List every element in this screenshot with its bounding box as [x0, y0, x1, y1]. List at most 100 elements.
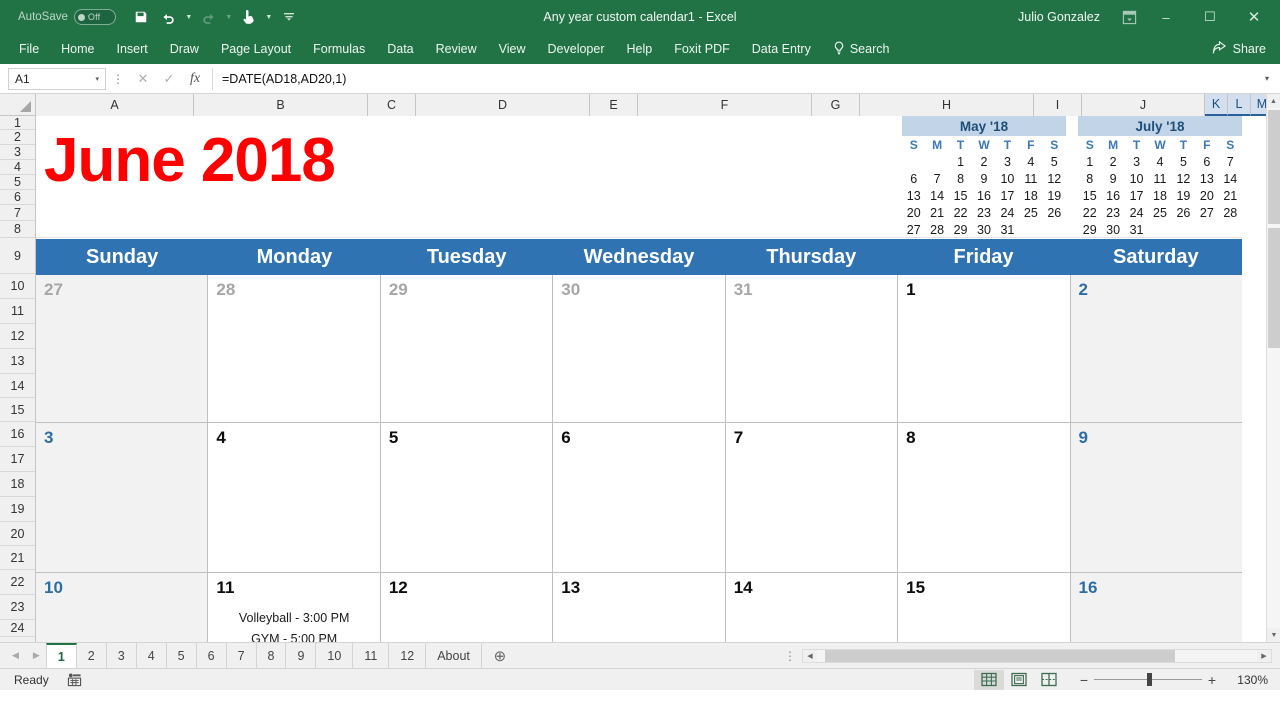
sheet-tab-7[interactable]: 7: [227, 643, 257, 668]
cancel-icon[interactable]: ✕: [130, 68, 156, 90]
calendar-day-cell[interactable]: 29: [380, 275, 554, 422]
sheet-tab-10[interactable]: 10: [316, 643, 354, 668]
vertical-scrollbar[interactable]: ▲ ▼: [1266, 94, 1280, 642]
zoom-control[interactable]: − + 130%: [1074, 672, 1268, 688]
sheet-next-icon[interactable]: ▶: [33, 650, 40, 661]
column-header-h[interactable]: H: [860, 94, 1034, 116]
ribbon-tab-view[interactable]: View: [488, 34, 537, 64]
accessibility-icon[interactable]: [67, 672, 82, 687]
maximize-button[interactable]: ☐: [1188, 0, 1232, 34]
expand-formula-bar-icon[interactable]: ▾: [1258, 74, 1276, 83]
customize-qat-icon[interactable]: [276, 4, 302, 30]
sheet-tab-4[interactable]: 4: [137, 643, 167, 668]
name-box-dropdown-icon[interactable]: ▾: [95, 75, 99, 83]
calendar-day-cell[interactable]: 5: [380, 423, 554, 572]
ribbon-tab-formulas[interactable]: Formulas: [302, 34, 376, 64]
hscroll-track[interactable]: [817, 649, 1257, 662]
share-button[interactable]: Share: [1212, 40, 1280, 58]
redo-dropdown-icon[interactable]: ▼: [224, 4, 234, 30]
redo-icon[interactable]: [196, 4, 222, 30]
row-header-22[interactable]: 22: [0, 570, 35, 595]
ribbon-tab-data-entry[interactable]: Data Entry: [741, 34, 822, 64]
worksheet-canvas[interactable]: June 2018 May '18 SMTWTFS 1 2 3 4 5 6 7 8 9 10 11 1…: [36, 116, 1280, 642]
calendar-day-cell[interactable]: 8: [898, 423, 1071, 572]
add-sheet-button[interactable]: ⊕: [482, 643, 518, 668]
row-header-6[interactable]: 6: [0, 190, 35, 205]
sheet-tab-6[interactable]: 6: [197, 643, 227, 668]
row-header-9[interactable]: 9: [0, 238, 35, 274]
row-header-16[interactable]: 16: [0, 422, 35, 447]
ribbon-tab-help[interactable]: Help: [616, 34, 664, 64]
calendar-day-cell[interactable]: 13: [553, 573, 726, 642]
ribbon-tab-insert[interactable]: Insert: [106, 34, 159, 64]
undo-icon[interactable]: [156, 4, 182, 30]
ribbon-tab-review[interactable]: Review: [425, 34, 488, 64]
calendar-day-cell[interactable]: 1: [898, 275, 1071, 422]
calendar-day-cell[interactable]: 12: [380, 573, 554, 642]
insert-function-icon[interactable]: fx: [182, 68, 208, 90]
row-header-23[interactable]: 23: [0, 595, 35, 620]
calendar-event[interactable]: Volleyball - 3:00 PM: [216, 608, 371, 629]
ribbon-tab-draw[interactable]: Draw: [159, 34, 210, 64]
row-header-15[interactable]: 15: [0, 398, 35, 422]
row-header-24[interactable]: 24: [0, 620, 35, 637]
row-header-10[interactable]: 10: [0, 274, 35, 299]
row-header-8[interactable]: 8: [0, 221, 35, 238]
row-header-3[interactable]: 3: [0, 145, 35, 160]
zoom-in-button[interactable]: +: [1202, 672, 1222, 688]
touch-mode-dropdown-icon[interactable]: ▼: [264, 4, 274, 30]
ribbon-tab-file[interactable]: File: [8, 34, 50, 64]
scroll-up-icon[interactable]: ▲: [1267, 94, 1280, 108]
sheet-tab-9[interactable]: 9: [286, 643, 317, 668]
row-header-7[interactable]: 7: [0, 205, 35, 221]
ribbon-tab-home[interactable]: Home: [50, 34, 105, 64]
vertical-scroll-thumb-lower[interactable]: [1268, 228, 1280, 348]
row-header-17[interactable]: 17: [0, 447, 35, 472]
sheet-tab-11[interactable]: 11: [353, 643, 390, 668]
row-header-1[interactable]: 1: [0, 116, 35, 130]
calendar-day-cell[interactable]: 14: [725, 573, 899, 642]
column-header-i[interactable]: I: [1034, 94, 1082, 116]
hscroll-left-icon[interactable]: ◀: [803, 652, 817, 660]
calendar-day-cell[interactable]: 30: [553, 275, 726, 422]
confirm-checkmark-icon[interactable]: ✓: [156, 68, 182, 90]
save-icon[interactable]: [128, 4, 154, 30]
row-header-19[interactable]: 19: [0, 497, 35, 522]
calendar-day-cell[interactable]: 6: [553, 423, 726, 572]
ribbon-tab-foxit-pdf[interactable]: Foxit PDF: [663, 34, 741, 64]
row-header-5[interactable]: 5: [0, 175, 35, 190]
tab-split-handle[interactable]: ⋮: [784, 649, 796, 663]
zoom-slider-thumb[interactable]: [1147, 673, 1152, 686]
calendar-day-cell[interactable]: 16: [1070, 573, 1242, 642]
column-header-g[interactable]: G: [812, 94, 860, 116]
sheet-prev-icon[interactable]: ◀: [12, 650, 19, 661]
zoom-out-button[interactable]: −: [1074, 672, 1094, 688]
calendar-day-cell[interactable]: 27: [36, 275, 209, 422]
row-header-2[interactable]: 2: [0, 130, 35, 145]
row-header-13[interactable]: 13: [0, 349, 35, 374]
row-header-4[interactable]: 4: [0, 160, 35, 175]
zoom-percent-label[interactable]: 130%: [1222, 673, 1268, 687]
name-box[interactable]: A1 ▾: [8, 67, 106, 90]
column-header-l[interactable]: L: [1228, 94, 1251, 116]
autosave-switch[interactable]: Off: [73, 9, 116, 25]
scroll-down-icon[interactable]: ▼: [1267, 628, 1280, 642]
calendar-event[interactable]: GYM - 5:00 PM: [216, 629, 371, 642]
calendar-day-cell[interactable]: 7: [725, 423, 899, 572]
sheet-tab-3[interactable]: 3: [107, 643, 137, 668]
column-header-c[interactable]: C: [368, 94, 416, 116]
calendar-day-cell[interactable]: 4: [208, 423, 381, 572]
calendar-day-cell[interactable]: 15: [898, 573, 1071, 642]
ribbon-display-options-icon[interactable]: [1114, 4, 1144, 30]
hscroll-right-icon[interactable]: ▶: [1257, 652, 1271, 660]
row-header-12[interactable]: 12: [0, 324, 35, 349]
page-break-view-icon[interactable]: [1034, 670, 1064, 690]
normal-view-icon[interactable]: [974, 669, 1004, 690]
page-layout-view-icon[interactable]: [1004, 670, 1034, 690]
vertical-scroll-thumb-upper[interactable]: [1268, 110, 1280, 224]
calendar-day-cell[interactable]: 11 Volleyball - 3:00 PM GYM - 5:00 PM: [208, 573, 381, 642]
zoom-slider-track[interactable]: [1094, 673, 1202, 686]
ribbon-tab-developer[interactable]: Developer: [537, 34, 616, 64]
column-header-d[interactable]: D: [416, 94, 590, 116]
horizontal-scroll-thumb[interactable]: [825, 649, 1175, 662]
